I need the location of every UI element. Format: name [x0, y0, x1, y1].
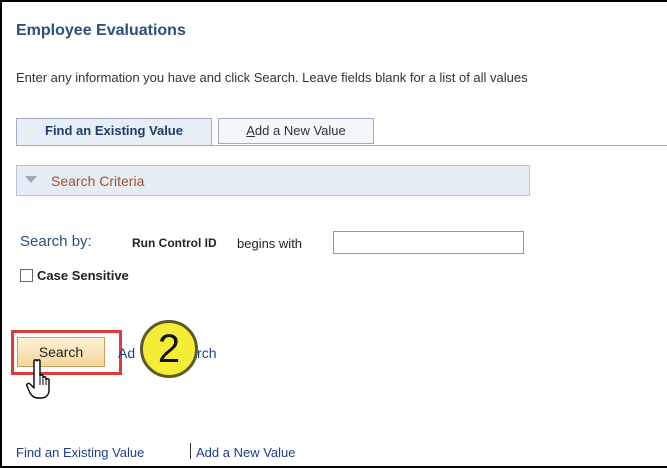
hand-pointer-cursor-icon — [26, 359, 50, 399]
tab-add-new-value[interactable]: Add a New Value — [218, 118, 374, 144]
collapse-triangle-icon[interactable] — [25, 176, 37, 183]
tab-find-existing-value[interactable]: Find an Existing Value — [16, 118, 212, 145]
case-sensitive-label: Case Sensitive — [37, 268, 129, 283]
operator-label: begins with — [237, 236, 303, 251]
advanced-search-link-prefix: Ad — [118, 345, 136, 361]
search-by-label: Search by: — [20, 233, 92, 250]
search-criteria-panel[interactable]: Search Criteria — [16, 165, 530, 196]
page-title: Employee Evaluations — [16, 22, 186, 39]
step-number-badge: 2 — [140, 320, 198, 378]
instructions-text: Enter any information you have and click… — [16, 70, 528, 85]
search-criteria-label: Search Criteria — [51, 173, 145, 189]
run-control-id-label: Run Control ID — [132, 236, 217, 250]
case-sensitive-checkbox[interactable] — [20, 269, 33, 282]
footer-add-new-link[interactable]: Add a New Value — [196, 445, 296, 460]
tab-divider — [16, 145, 667, 146]
run-control-id-input[interactable] — [333, 231, 524, 254]
footer-find-existing-link[interactable]: Find an Existing Value — [16, 445, 144, 460]
footer-separator — [190, 443, 191, 459]
